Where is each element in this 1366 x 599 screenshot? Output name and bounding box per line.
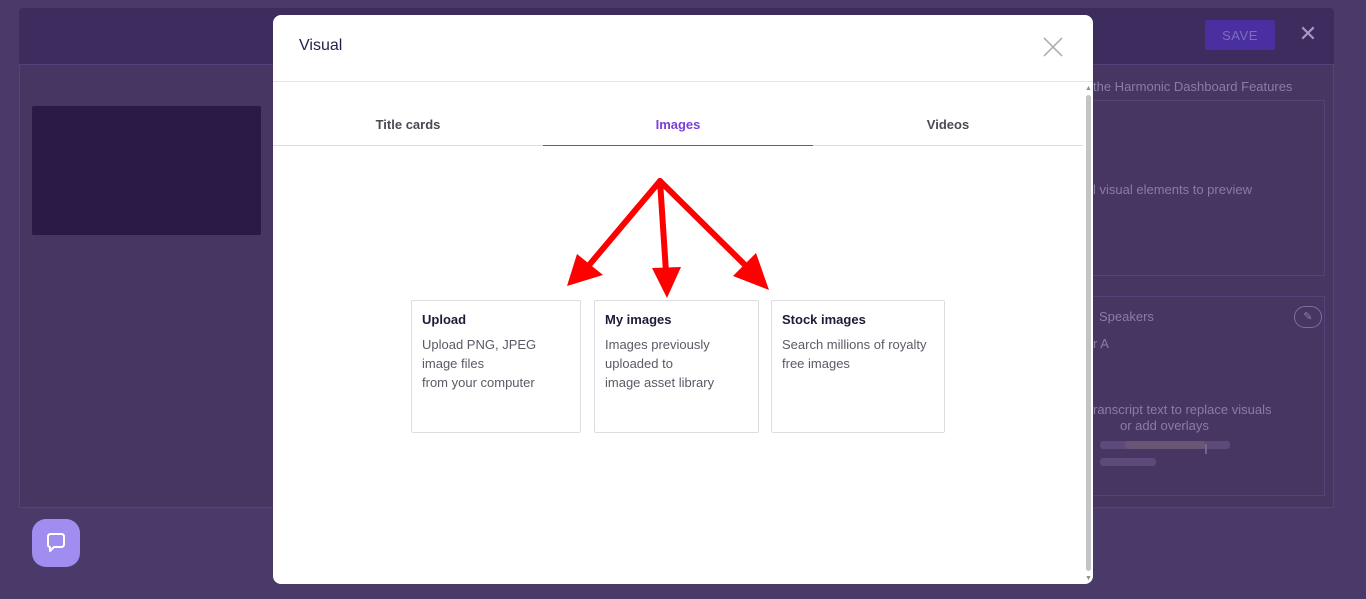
stock-images-card[interactable]: Stock images Search millions of royalty … (771, 300, 945, 433)
tab-images[interactable]: Images (543, 101, 813, 146)
my-images-card[interactable]: My images Images previously uploaded to … (594, 300, 759, 433)
edit-icon[interactable]: ✎ (1294, 306, 1322, 328)
preview-hint-fragment: l visual elements to preview (1093, 182, 1252, 197)
video-thumbnail[interactable] (32, 106, 261, 235)
modal-title: Visual (299, 37, 343, 54)
chat-icon (47, 533, 65, 552)
tab-videos[interactable]: Videos (813, 101, 1083, 146)
card-title: My images (605, 312, 672, 327)
save-button[interactable]: SAVE (1205, 20, 1275, 50)
modal-scrollbar[interactable]: ▲ ▼ (1084, 85, 1093, 584)
transcript-placeholder-line (1100, 458, 1156, 466)
transcript-box (1093, 296, 1325, 496)
modal-header: Visual (273, 15, 1093, 82)
scroll-thumb[interactable] (1086, 95, 1091, 571)
card-title: Stock images (782, 312, 866, 327)
card-description: Search millions of royalty free images (782, 337, 927, 371)
visual-modal: Visual Title cards Images Videos Upload … (273, 15, 1093, 584)
tab-title-cards[interactable]: Title cards (273, 101, 543, 146)
chat-support-button[interactable] (32, 519, 80, 567)
transcript-hint-line2: or add overlays (1120, 418, 1209, 433)
text-cursor-icon: I (1204, 441, 1208, 457)
card-title: Upload (422, 312, 467, 327)
scroll-up-arrow-icon[interactable]: ▲ (1085, 85, 1092, 92)
upload-card[interactable]: Upload Upload PNG, JPEG image files from… (411, 300, 581, 433)
speaker-a-fragment: r A (1093, 336, 1109, 351)
transcript-highlight (1125, 441, 1205, 449)
app-close-icon[interactable]: ✕ (1298, 22, 1318, 46)
scroll-down-arrow-icon[interactable]: ▼ (1085, 575, 1092, 582)
tab-bar: Title cards Images Videos (273, 101, 1083, 146)
transcript-hint-line1: ranscript text to replace visuals (1093, 402, 1272, 417)
card-description: Images previously uploaded to image asse… (605, 337, 715, 390)
project-title-fragment: the Harmonic Dashboard Features (1093, 79, 1293, 94)
card-description: Upload PNG, JPEG image files from your c… (422, 337, 537, 390)
close-icon[interactable] (1039, 33, 1067, 61)
speakers-label-fragment: Speakers (1099, 309, 1154, 324)
